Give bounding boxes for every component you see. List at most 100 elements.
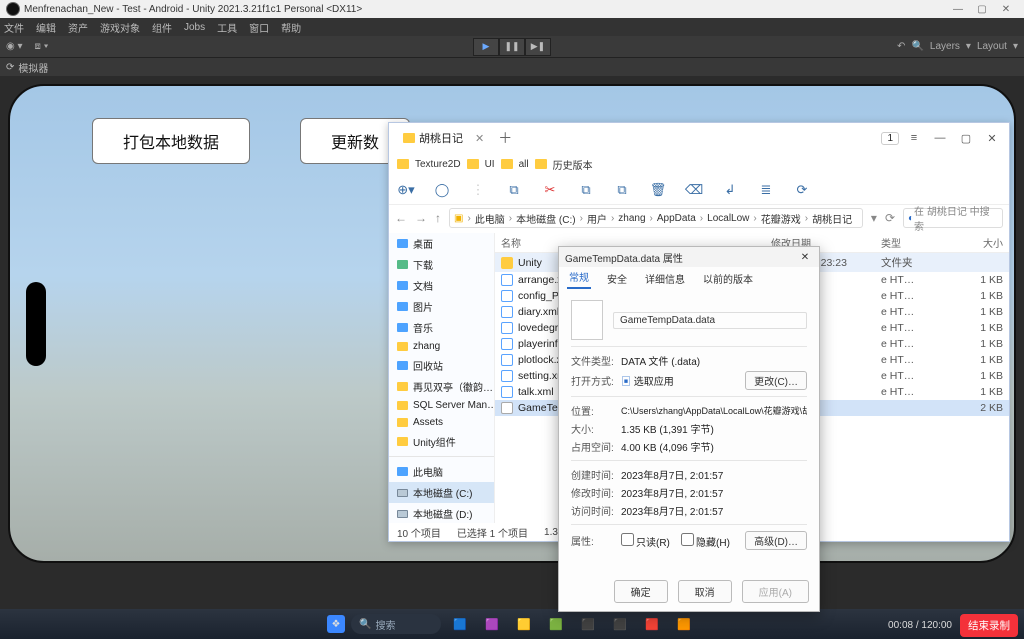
sidebar-item[interactable]: 图片 [389, 296, 494, 317]
sidebar-label: 本地磁盘 (C:) [413, 485, 472, 500]
sidebar-item[interactable]: 音乐 [389, 317, 494, 338]
col-type[interactable]: 类型 [881, 235, 953, 250]
menu-gameobject[interactable]: 游戏对象 [100, 20, 140, 35]
cancel-button[interactable]: 取消 [678, 580, 732, 603]
window-minimize[interactable]: — [929, 127, 951, 149]
taskbar-search[interactable]: 🔍搜索 [351, 614, 441, 634]
rename-icon[interactable]: ⌫ [685, 181, 703, 199]
tab-general[interactable]: 常规 [567, 266, 591, 289]
tab-close-icon[interactable]: ✕ [475, 132, 484, 145]
task-icon[interactable]: ⬛ [575, 612, 601, 636]
menu-file[interactable]: 文件 [4, 20, 24, 35]
menu-tools[interactable]: 工具 [217, 20, 237, 35]
crumb[interactable]: Texture2D [415, 159, 461, 170]
sidebar-item[interactable]: 本地磁盘 (C:) [389, 482, 494, 503]
sidebar-item[interactable]: 此电脑 [389, 461, 494, 482]
sidebar-item[interactable]: 本地磁盘 (D:) [389, 503, 494, 523]
game-button-pack[interactable]: 打包本地数据 [92, 118, 250, 164]
col-size[interactable]: 大小 [953, 235, 1003, 250]
search-icon[interactable]: 🔍 [911, 41, 923, 52]
explorer-search[interactable]: ◐ 在 胡桃日记 中搜索 [903, 208, 1003, 228]
sidebar-item[interactable]: zhang [389, 338, 494, 355]
new-button[interactable]: ⊕▾ [397, 181, 415, 199]
refresh-icon[interactable]: ⟳ [793, 181, 811, 199]
menu-window[interactable]: 窗口 [249, 20, 269, 35]
play-button[interactable]: ▶ [473, 38, 499, 56]
paste-icon[interactable]: ⧉ [613, 181, 631, 199]
sidebar-item[interactable]: 下载 [389, 254, 494, 275]
addr-refresh-icon[interactable]: ⟳ [885, 211, 895, 225]
task-icon[interactable]: 🟧 [671, 612, 697, 636]
stop-record-button[interactable]: 结束录制 [960, 614, 1018, 637]
window-maximize[interactable]: ▢ [955, 127, 977, 149]
advanced-button[interactable]: 高级(D)… [745, 531, 807, 550]
tab-details[interactable]: 详细信息 [643, 268, 687, 289]
tab-previous[interactable]: 以前的版本 [701, 268, 755, 289]
apply-button[interactable]: 应用(A) [742, 580, 809, 603]
props-titlebar[interactable]: GameTempData.data 属性 ✕ [559, 247, 819, 267]
sidebar-item[interactable]: Unity组件 [389, 431, 494, 452]
scissors-icon[interactable]: ✂ [541, 181, 559, 199]
view-mode-icon[interactable]: ≡ [903, 127, 925, 149]
step-button[interactable]: ▶❚ [525, 38, 551, 56]
address-bar[interactable]: ▣› 此电脑› 本地磁盘 (C:)› 用户› zhang› AppData› L… [449, 208, 863, 228]
minimize-button[interactable]: — [946, 4, 970, 15]
ok-button[interactable]: 确定 [614, 580, 668, 603]
sidebar-item[interactable]: SQL Server Man… [389, 397, 494, 414]
simulator-tab[interactable]: 模拟器 [18, 60, 48, 75]
hidden-checkbox[interactable] [681, 533, 694, 546]
account-icon[interactable]: ◉ ▾ [6, 41, 23, 52]
task-icon[interactable]: ⬛ [607, 612, 633, 636]
share-icon[interactable]: ↲ [721, 181, 739, 199]
nav-fwd[interactable]: → [415, 211, 427, 225]
change-app-button[interactable]: 更改(C)… [745, 371, 807, 390]
cut-icon[interactable]: ⧉ [505, 181, 523, 199]
window-close[interactable]: ✕ [981, 127, 1003, 149]
undo-history-icon[interactable]: ↶ [897, 41, 905, 52]
stop-icon[interactable]: ◯ [433, 181, 451, 199]
close-button[interactable]: ✕ [994, 4, 1018, 15]
windows-taskbar[interactable]: ❖ 🔍搜索 🟦 🟪 🟨 🟩 ⬛ ⬛ 🟥 🟧 [0, 609, 1024, 639]
props-close-button[interactable]: ✕ [797, 252, 813, 263]
addr-dropdown-icon[interactable]: ▾ [871, 211, 877, 225]
menu-assets[interactable]: 资产 [68, 20, 88, 35]
task-icon[interactable]: 🟩 [543, 612, 569, 636]
layers-dropdown[interactable]: Layers [930, 41, 960, 52]
explorer-tab[interactable]: 胡桃日记 ✕ [395, 127, 492, 149]
sidebar-item[interactable]: 桌面 [389, 233, 494, 254]
task-icon[interactable]: 🟥 [639, 612, 665, 636]
file-type-icon [571, 300, 603, 340]
menu-edit[interactable]: 编辑 [36, 20, 56, 35]
nav-up[interactable]: ↑ [435, 211, 441, 225]
task-icon[interactable]: 🟪 [479, 612, 505, 636]
nav-back[interactable]: ← [395, 211, 407, 225]
filename-field[interactable]: GameTempData.data [613, 312, 807, 329]
sidebar-label: 文档 [413, 278, 433, 293]
cloud-icon[interactable]: ⧈ ▾ [35, 41, 49, 52]
crumb[interactable]: all [519, 159, 529, 170]
refresh-icon[interactable]: ⟳ [6, 62, 14, 73]
menu-help[interactable]: 帮助 [281, 20, 301, 35]
start-button[interactable]: ❖ [327, 615, 345, 633]
sidebar-item[interactable]: 再见双亭（徽韵… [389, 376, 494, 397]
view-icon[interactable]: ≣ [757, 181, 775, 199]
sidebar-item[interactable]: 回收站 [389, 355, 494, 376]
new-tab-button[interactable]: ＋ [498, 128, 512, 148]
task-icon[interactable]: 🟦 [447, 612, 473, 636]
task-icon[interactable]: 🟨 [511, 612, 537, 636]
layout-dropdown[interactable]: Layout [977, 41, 1007, 52]
readonly-checkbox[interactable] [621, 533, 634, 546]
sidebar-item[interactable]: Assets [389, 414, 494, 431]
tab-security[interactable]: 安全 [605, 268, 629, 289]
sidebar-item[interactable]: 文档 [389, 275, 494, 296]
size-value: 1.35 KB (1,391 字节) [621, 421, 807, 436]
menu-jobs[interactable]: Jobs [184, 22, 205, 33]
delete-icon[interactable]: 🗑 [649, 181, 667, 199]
folder-icon [397, 281, 408, 290]
menu-component[interactable]: 组件 [152, 20, 172, 35]
maximize-button[interactable]: ▢ [970, 4, 994, 15]
crumb[interactable]: 历史版本 [553, 157, 593, 172]
pause-button[interactable]: ❚❚ [499, 38, 525, 56]
crumb[interactable]: UI [485, 159, 495, 170]
copy-icon[interactable]: ⧉ [577, 181, 595, 199]
